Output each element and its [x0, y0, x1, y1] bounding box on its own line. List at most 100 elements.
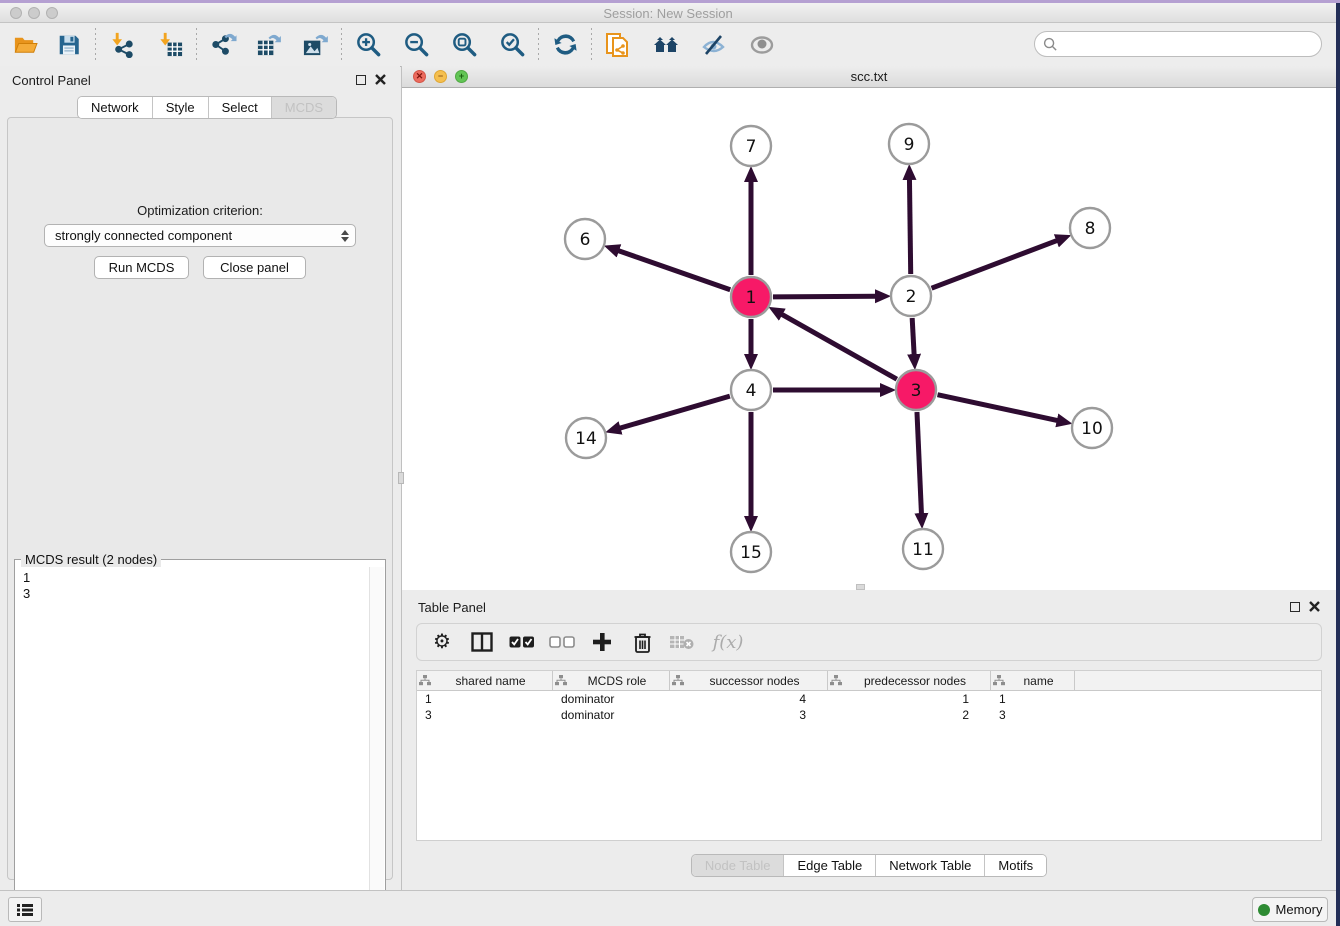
- add-column-icon[interactable]: [589, 630, 615, 654]
- svg-text:1: 1: [746, 288, 757, 308]
- table-header-row: shared nameMCDS rolesuccessor nodesprede…: [417, 671, 1321, 691]
- table-tabs: Node TableEdge TableNetwork TableMotifs: [691, 854, 1047, 877]
- edge-1-2[interactable]: [773, 296, 877, 297]
- table-row[interactable]: 1dominator411: [417, 691, 1321, 707]
- zoom-fit-icon[interactable]: [447, 28, 481, 62]
- tab-mcds[interactable]: MCDS: [272, 97, 336, 118]
- tab-network-table[interactable]: Network Table: [876, 855, 985, 876]
- node-9[interactable]: 9: [889, 124, 929, 164]
- node-14[interactable]: 14: [566, 418, 606, 458]
- svg-text:11: 11: [912, 540, 934, 560]
- table-row[interactable]: 3dominator323: [417, 707, 1321, 723]
- deselect-all-checkboxes-icon[interactable]: [549, 630, 575, 654]
- network-graph[interactable]: 7 9 6 8 1 2 4 3 14 10 15 11: [402, 88, 1335, 589]
- tab-motifs[interactable]: Motifs: [985, 855, 1046, 876]
- refresh-icon[interactable]: [548, 28, 582, 62]
- float-table-panel-icon[interactable]: [1290, 602, 1300, 612]
- search-input[interactable]: [1064, 36, 1313, 53]
- close-table-panel-icon[interactable]: [1309, 601, 1320, 612]
- cell-MCDS-role[interactable]: dominator: [553, 692, 670, 706]
- node-15[interactable]: 15: [731, 532, 771, 572]
- node-7[interactable]: 7: [731, 126, 771, 166]
- open-folder-icon[interactable]: [8, 28, 42, 62]
- window-title: Session: New Session: [0, 6, 1336, 21]
- column-header-name[interactable]: name: [991, 671, 1075, 690]
- zoom-out-icon[interactable]: [399, 28, 433, 62]
- export-network-icon[interactable]: [206, 28, 240, 62]
- svg-text:14: 14: [575, 429, 597, 449]
- memory-button[interactable]: Memory: [1252, 897, 1328, 922]
- edge-1-6[interactable]: [617, 250, 730, 290]
- node-table[interactable]: shared nameMCDS rolesuccessor nodesprede…: [416, 670, 1322, 841]
- cell-shared-name[interactable]: 3: [417, 708, 553, 722]
- horizontal-splitter-handle[interactable]: [856, 584, 865, 590]
- edge-3-1[interactable]: [781, 314, 897, 380]
- network-canvas[interactable]: 7 9 6 8 1 2 4 3 14 10 15 11: [402, 88, 1336, 589]
- tab-select[interactable]: Select: [209, 97, 272, 118]
- column-header-successor-nodes[interactable]: successor nodes: [670, 671, 828, 690]
- cell-successor-nodes[interactable]: 3: [670, 708, 828, 722]
- float-panel-icon[interactable]: [356, 75, 366, 85]
- column-settings-gear-icon[interactable]: ⚙: [429, 630, 455, 654]
- search-field[interactable]: [1034, 31, 1322, 57]
- result-scrollbar[interactable]: [369, 567, 384, 926]
- cell-shared-name[interactable]: 1: [417, 692, 553, 706]
- column-header-MCDS-role[interactable]: MCDS role: [553, 671, 670, 690]
- close-panel-icon[interactable]: [375, 74, 386, 85]
- run-mcds-button[interactable]: Run MCDS: [94, 256, 189, 279]
- edge-2-8[interactable]: [932, 240, 1059, 288]
- edge-4-14[interactable]: [619, 396, 730, 428]
- node-3[interactable]: 3: [896, 370, 936, 410]
- column-type-icon: [419, 675, 431, 686]
- import-table-icon[interactable]: [153, 28, 187, 62]
- export-image-icon[interactable]: [298, 28, 332, 62]
- toolbar-separator: [591, 28, 592, 62]
- cell-name[interactable]: 1: [991, 692, 1075, 706]
- task-history-button[interactable]: [8, 897, 42, 922]
- zoom-in-icon[interactable]: [351, 28, 385, 62]
- cell-successor-nodes[interactable]: 4: [670, 692, 828, 706]
- node-4[interactable]: 4: [731, 370, 771, 410]
- node-1[interactable]: 1: [731, 277, 771, 317]
- tab-edge-table[interactable]: Edge Table: [784, 855, 876, 876]
- cell-predecessor-nodes[interactable]: 1: [828, 692, 991, 706]
- optimization-criterion-select[interactable]: strongly connected component: [44, 224, 356, 247]
- hide-selected-icon[interactable]: [697, 28, 731, 62]
- node-10[interactable]: 10: [1072, 408, 1112, 448]
- cell-MCDS-role[interactable]: dominator: [553, 708, 670, 722]
- svg-text:15: 15: [740, 543, 762, 563]
- close-panel-button[interactable]: Close panel: [203, 256, 306, 279]
- network-window-titlebar: ✕ − + scc.txt: [402, 66, 1336, 88]
- split-table-icon[interactable]: [469, 630, 495, 654]
- svg-text:2: 2: [906, 287, 917, 307]
- save-session-icon[interactable]: [52, 28, 86, 62]
- zoom-selected-icon[interactable]: [495, 28, 529, 62]
- column-header-shared-name[interactable]: shared name: [417, 671, 553, 690]
- cell-name[interactable]: 3: [991, 708, 1075, 722]
- vertical-splitter-handle[interactable]: [398, 472, 404, 484]
- delete-column-trash-icon[interactable]: [629, 630, 655, 654]
- node-6[interactable]: 6: [565, 219, 605, 259]
- mcds-result-group: MCDS result (2 nodes) 13: [14, 559, 386, 926]
- node-11[interactable]: 11: [903, 529, 943, 569]
- import-network-icon[interactable]: [105, 28, 139, 62]
- application-window: Session: New Session: [0, 0, 1340, 926]
- svg-text:7: 7: [746, 137, 757, 157]
- tab-style[interactable]: Style: [153, 97, 209, 118]
- clone-network-icon[interactable]: [601, 28, 635, 62]
- edge-3-10[interactable]: [938, 395, 1059, 421]
- select-all-checkboxes-icon[interactable]: [509, 630, 535, 654]
- mcds-result-list[interactable]: 13: [16, 567, 370, 926]
- tab-network[interactable]: Network: [78, 97, 153, 118]
- edge-2-3[interactable]: [912, 318, 914, 356]
- export-table-icon[interactable]: [252, 28, 286, 62]
- edge-2-9[interactable]: [909, 178, 910, 274]
- node-8[interactable]: 8: [1070, 208, 1110, 248]
- edge-3-11[interactable]: [917, 412, 922, 515]
- show-all-icon[interactable]: [745, 28, 779, 62]
- node-2[interactable]: 2: [891, 276, 931, 316]
- cell-predecessor-nodes[interactable]: 2: [828, 708, 991, 722]
- tab-node-table[interactable]: Node Table: [692, 855, 785, 876]
- column-header-predecessor-nodes[interactable]: predecessor nodes: [828, 671, 991, 690]
- first-neighbors-icon[interactable]: [649, 28, 683, 62]
